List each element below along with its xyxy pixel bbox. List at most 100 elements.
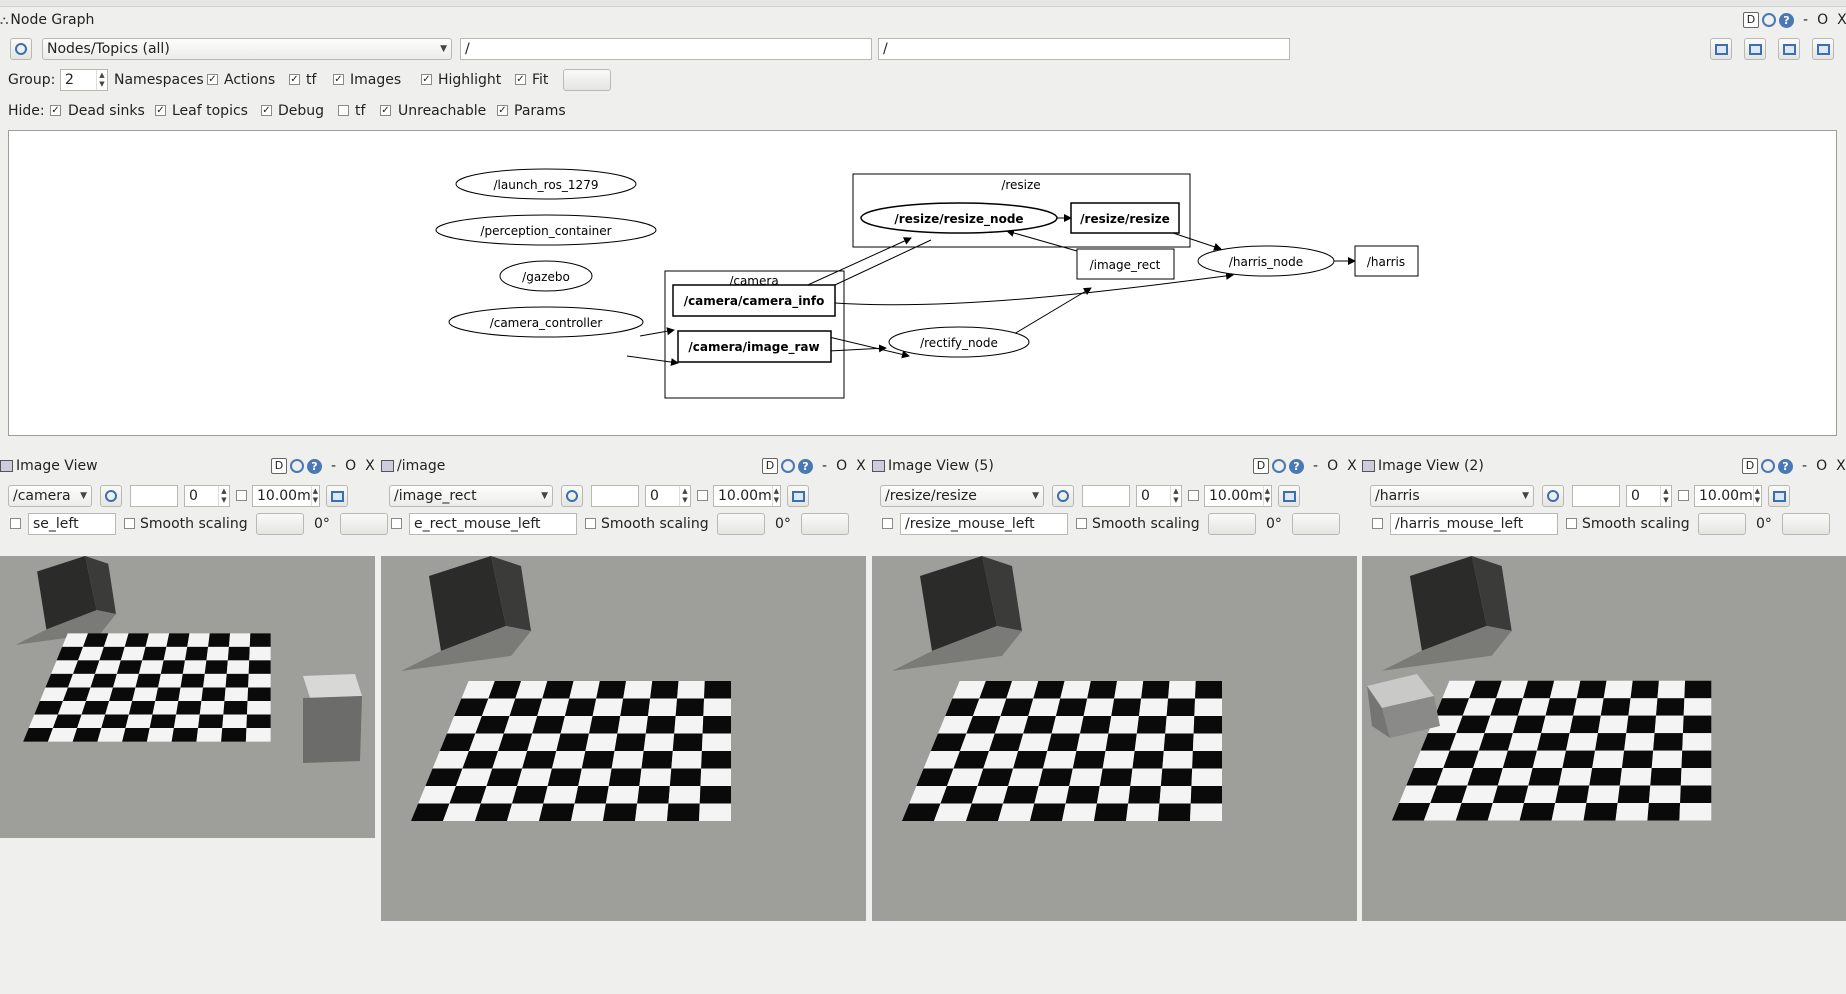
refresh-topics-button[interactable] [1542, 485, 1564, 507]
save-image-button[interactable] [1278, 485, 1300, 507]
mouse-topic-input[interactable]: se_left [28, 513, 116, 535]
leaf-topics-checkbox[interactable]: ✓ [155, 105, 166, 116]
highlight-checkbox[interactable]: ✓ [421, 74, 432, 85]
close-button[interactable]: X [365, 458, 375, 474]
debug-checkbox[interactable]: ✓ [261, 105, 272, 116]
refresh-topics-button[interactable] [100, 485, 122, 507]
image-display[interactable] [1362, 556, 1846, 921]
spin-arrows-icon[interactable]: ▲ ▼ [218, 486, 229, 506]
topic-combo[interactable]: /resize/resize ▼ [880, 485, 1044, 507]
minimize-button[interactable]: - [1803, 12, 1808, 28]
image-display[interactable] [872, 556, 1357, 921]
publish-click-checkbox[interactable] [10, 518, 21, 529]
graph-mode-combo[interactable]: Nodes/Topics (all) ▼ [42, 38, 452, 60]
topic-filter-input[interactable]: / [878, 38, 1290, 60]
rotate-left-button[interactable] [256, 513, 304, 535]
save-image-button[interactable] [1812, 38, 1834, 60]
mouse-topic-input[interactable]: /harris_mouse_left [1390, 513, 1558, 535]
save-image-button[interactable] [1768, 485, 1790, 507]
max-value-spinbox[interactable]: 0 ▲ ▼ [1626, 485, 1672, 507]
tf-checkbox[interactable]: ✓ [289, 74, 300, 85]
spin-arrows-icon[interactable]: ▲ ▼ [771, 486, 780, 506]
dynamic-range-checkbox[interactable] [697, 490, 708, 501]
save-image-button[interactable] [326, 485, 348, 507]
topic-combo[interactable]: /harris ▼ [1370, 485, 1534, 507]
images-checkbox[interactable]: ✓ [333, 74, 344, 85]
smooth-scaling-checkbox[interactable] [585, 518, 596, 529]
dead-sinks-checkbox[interactable]: ✓ [50, 105, 61, 116]
close-button[interactable]: X [1347, 458, 1357, 474]
help-icon[interactable]: ? [1779, 12, 1794, 28]
dynamic-range-checkbox[interactable] [1678, 490, 1689, 501]
dynamic-range-checkbox[interactable] [236, 490, 247, 501]
dock-d-button[interactable]: D [1742, 458, 1758, 474]
reload-icon[interactable] [1761, 459, 1775, 473]
dock-d-button[interactable]: D [1253, 458, 1269, 474]
max-value-spinbox[interactable]: 0 ▲ ▼ [184, 485, 230, 507]
help-icon[interactable]: ? [798, 458, 813, 474]
params-checkbox[interactable]: ✓ [497, 105, 508, 116]
close-button[interactable]: X [856, 458, 866, 474]
reload-icon[interactable] [1762, 13, 1776, 27]
hide-tf-checkbox[interactable] [338, 105, 349, 116]
topic-aux-field[interactable] [591, 485, 639, 507]
help-icon[interactable]: ? [307, 458, 322, 474]
max-value-spinbox[interactable]: 0 ▲ ▼ [1136, 485, 1182, 507]
spin-arrows-icon[interactable]: ▲ ▼ [1262, 486, 1271, 506]
float-button[interactable]: O [1816, 458, 1827, 474]
refresh-graph-button[interactable] [10, 38, 32, 60]
float-button[interactable]: O [345, 458, 356, 474]
close-button[interactable]: X [1836, 458, 1846, 474]
refresh-topics-button[interactable] [1052, 485, 1074, 507]
minimize-button[interactable]: - [331, 458, 336, 474]
spin-arrows-icon[interactable]: ▲ ▼ [1660, 486, 1671, 506]
smooth-scaling-checkbox[interactable] [1566, 518, 1577, 529]
rotate-left-button[interactable] [1698, 513, 1746, 535]
time-spinbox[interactable]: 10.00m ▲ ▼ [252, 485, 320, 507]
save-svg-button[interactable] [1778, 38, 1800, 60]
publish-click-checkbox[interactable] [882, 518, 893, 529]
dock-d-button[interactable]: D [762, 458, 778, 474]
help-icon[interactable]: ? [1289, 458, 1304, 474]
spin-arrows-icon[interactable]: ▲ ▼ [96, 70, 107, 90]
dock-d-button[interactable]: D [271, 458, 287, 474]
max-value-spinbox[interactable]: 0 ▲ ▼ [645, 485, 691, 507]
topic-aux-field[interactable] [130, 485, 178, 507]
spin-arrows-icon[interactable]: ▲ ▼ [679, 486, 690, 506]
dynamic-range-checkbox[interactable] [1188, 490, 1199, 501]
topic-aux-field[interactable] [1082, 485, 1130, 507]
save-dot-button[interactable] [1744, 38, 1766, 60]
refresh-topics-button[interactable] [561, 485, 583, 507]
group-spinbox[interactable]: 2 ▲ ▼ [60, 69, 108, 91]
smooth-scaling-checkbox[interactable] [124, 518, 135, 529]
rotate-right-button[interactable] [801, 513, 849, 535]
spin-arrows-icon[interactable]: ▲ ▼ [1752, 486, 1761, 506]
publish-click-checkbox[interactable] [391, 518, 402, 529]
fit-checkbox[interactable]: ✓ [515, 74, 526, 85]
fit-in-view-button[interactable] [563, 69, 611, 91]
rotate-right-button[interactable] [1292, 513, 1340, 535]
smooth-scaling-checkbox[interactable] [1076, 518, 1087, 529]
rotate-left-button[interactable] [1208, 513, 1256, 535]
minimize-button[interactable]: - [822, 458, 827, 474]
actions-checkbox[interactable]: ✓ [207, 74, 218, 85]
reload-icon[interactable] [290, 459, 304, 473]
image-display[interactable] [381, 556, 866, 921]
rotate-left-button[interactable] [717, 513, 765, 535]
topic-combo[interactable]: /camera ▼ [8, 485, 92, 507]
rotate-right-button[interactable] [1782, 513, 1830, 535]
help-icon[interactable]: ? [1778, 458, 1793, 474]
reload-icon[interactable] [1272, 459, 1286, 473]
spin-arrows-icon[interactable]: ▲ ▼ [1170, 486, 1181, 506]
save-image-button[interactable] [787, 485, 809, 507]
dock-d-button[interactable]: D [1743, 12, 1759, 28]
minimize-button[interactable]: - [1802, 458, 1807, 474]
float-button[interactable]: O [1327, 458, 1338, 474]
mouse-topic-input[interactable]: /resize_mouse_left [900, 513, 1068, 535]
reload-icon[interactable] [781, 459, 795, 473]
time-spinbox[interactable]: 10.00m ▲ ▼ [713, 485, 781, 507]
float-button[interactable]: O [836, 458, 847, 474]
image-display[interactable] [0, 556, 375, 838]
spin-arrows-icon[interactable]: ▲ ▼ [310, 486, 319, 506]
time-spinbox[interactable]: 10.00m ▲ ▼ [1204, 485, 1272, 507]
